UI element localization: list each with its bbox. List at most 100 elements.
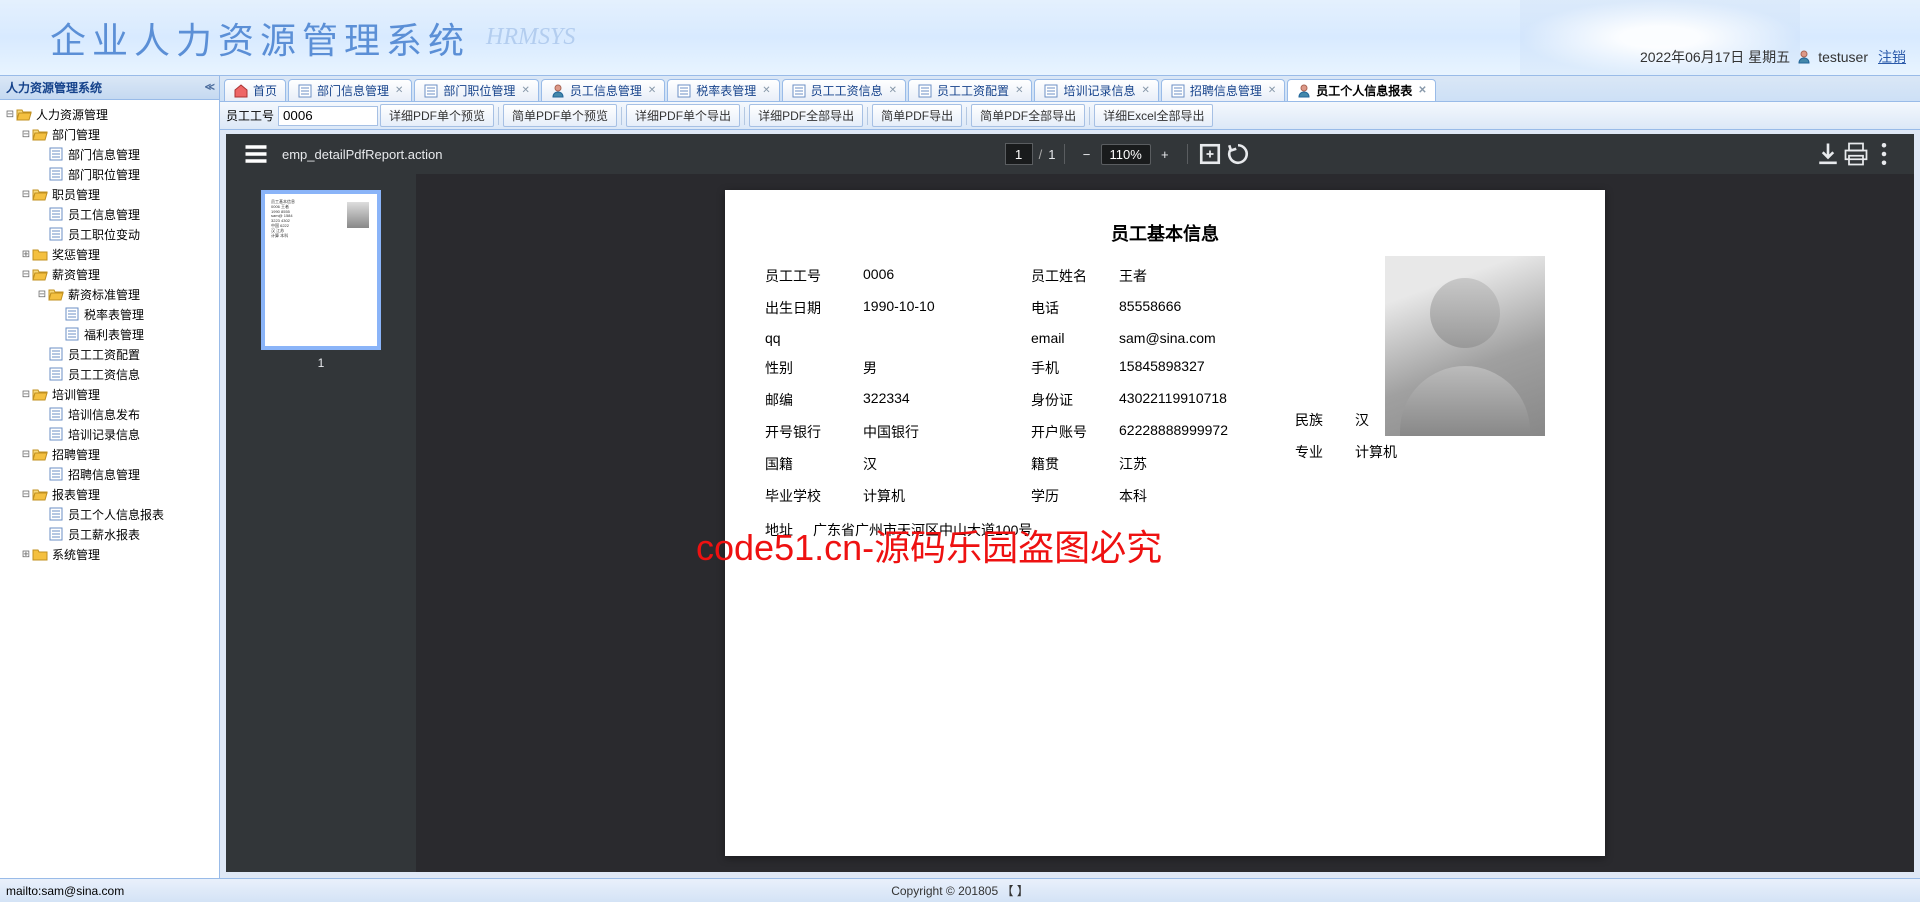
tree-node-label: 培训管理 — [52, 386, 100, 403]
collapse-icon[interactable]: ⊟ — [36, 289, 48, 300]
action-button[interactable]: 详细PDF单个预览 — [380, 104, 494, 127]
close-icon[interactable]: ✕ — [521, 85, 529, 96]
folder-open-icon — [32, 486, 48, 502]
expand-icon[interactable]: ⊞ — [20, 549, 32, 560]
pdf-viewer: emp_detailPdfReport.action / 1 − 110% + — [226, 134, 1914, 872]
list2-icon — [1170, 83, 1186, 99]
page-thumbnail[interactable]: 员工基本信息0006 王者1990 8555sam@ 15843223 4302… — [261, 190, 381, 350]
header-date: 2022年06月17日 星期五 — [1640, 47, 1790, 67]
tab[interactable]: 员工个人信息报表 ✕ — [1287, 79, 1435, 101]
tree-node[interactable]: ⊟部门管理 — [0, 124, 219, 144]
header-username: testuser — [1818, 49, 1868, 65]
tab[interactable]: 首页 — [224, 79, 286, 101]
page-current-input[interactable] — [1005, 143, 1033, 165]
logout-link[interactable]: 注销 — [1878, 47, 1906, 67]
tab[interactable]: 税率表管理✕ — [667, 79, 779, 101]
action-button[interactable]: 详细Excel全部导出 — [1094, 104, 1213, 127]
tree-node[interactable]: 员工信息管理 — [0, 204, 219, 224]
zoom-in-icon[interactable]: + — [1151, 140, 1179, 168]
action-button[interactable]: 详细PDF全部导出 — [749, 104, 863, 127]
action-button[interactable]: 详细PDF单个导出 — [626, 104, 740, 127]
close-icon[interactable]: ✕ — [889, 85, 897, 96]
close-icon[interactable]: ✕ — [762, 85, 770, 96]
tree-node-label: 人力资源管理 — [36, 106, 108, 123]
tab[interactable]: 培训记录信息 ✕ — [1034, 79, 1158, 101]
tab[interactable]: 员工信息管理 ✕ — [541, 79, 665, 101]
tab[interactable]: 部门职位管理 ✕ — [414, 79, 538, 101]
tab[interactable]: 招聘信息管理 ✕ — [1161, 79, 1285, 101]
tab-label: 员工个人信息报表 — [1316, 82, 1412, 99]
tree-node[interactable]: ⊟职员管理 — [0, 184, 219, 204]
zoom-level[interactable]: 110% — [1101, 144, 1151, 165]
print-icon[interactable] — [1842, 140, 1870, 168]
gear-icon — [917, 83, 933, 99]
tree-node[interactable]: ⊟薪资管理 — [0, 264, 219, 284]
close-icon[interactable]: ✕ — [648, 85, 656, 96]
collapse-icon[interactable]: ≪ — [205, 76, 213, 100]
close-icon[interactable]: ✕ — [395, 85, 403, 96]
tab-label: 招聘信息管理 — [1190, 82, 1262, 99]
tree-node[interactable]: 员工职位变动 — [0, 224, 219, 244]
tab-label: 部门职位管理 — [443, 82, 515, 99]
action-button[interactable]: 简单PDF全部导出 — [971, 104, 1085, 127]
collapse-icon[interactable]: ⊟ — [20, 269, 32, 280]
download-icon[interactable] — [1814, 140, 1842, 168]
tree-node[interactable]: 员工薪水报表 — [0, 524, 219, 544]
action-button[interactable]: 简单PDF单个预览 — [503, 104, 617, 127]
tree-node[interactable]: 员工工资配置 — [0, 344, 219, 364]
collapse-icon[interactable]: ⊟ — [4, 109, 16, 120]
tree-node[interactable]: ⊟报表管理 — [0, 484, 219, 504]
more-icon[interactable] — [1870, 140, 1898, 168]
tree-node-label: 招聘管理 — [52, 446, 100, 463]
tab-label: 员工信息管理 — [570, 82, 642, 99]
tree-node-label: 招聘信息管理 — [68, 466, 140, 483]
tree-node[interactable]: ⊟ 培训管理 — [0, 384, 219, 404]
collapse-icon[interactable]: ⊟ — [20, 129, 32, 140]
tree-node[interactable]: 员工个人信息报表 — [0, 504, 219, 524]
tree-node[interactable]: 部门职位管理 — [0, 164, 219, 184]
status-text: mailto:sam@sina.com — [6, 884, 124, 898]
pdf-filename: emp_detailPdfReport.action — [282, 147, 442, 162]
tab[interactable]: 部门信息管理✕ — [288, 79, 412, 101]
doc-title: 员工基本信息 — [765, 220, 1565, 246]
close-icon[interactable]: ✕ — [1418, 85, 1426, 96]
tree-node[interactable]: ⊞系统管理 — [0, 544, 219, 564]
menu-icon[interactable] — [242, 140, 270, 168]
tab[interactable]: 员工工资配置✕ — [908, 79, 1032, 101]
close-icon[interactable]: ✕ — [1141, 85, 1149, 96]
expand-icon[interactable]: ⊞ — [20, 249, 32, 260]
document-icon — [64, 306, 80, 322]
header-right: 2022年06月17日 星期五 testuser 注销 — [1640, 47, 1906, 67]
close-icon[interactable]: ✕ — [1015, 85, 1023, 96]
collapse-icon[interactable]: ⊟ — [20, 389, 32, 400]
tree-node[interactable]: ⊟ 招聘管理 — [0, 444, 219, 464]
tree-node[interactable]: 培训信息发布 — [0, 404, 219, 424]
tree-node[interactable]: 福利表管理 — [0, 324, 219, 344]
tab[interactable]: 员工工资信息✕ — [782, 79, 906, 101]
collapse-icon[interactable]: ⊟ — [20, 489, 32, 500]
emp-no-input[interactable] — [278, 106, 378, 126]
collapse-icon[interactable]: ⊟ — [20, 449, 32, 460]
app-header: 企业人力资源管理系统 HRMSYS 2022年06月17日 星期五 testus… — [0, 0, 1920, 76]
fit-page-icon[interactable] — [1196, 140, 1224, 168]
document-icon — [48, 346, 64, 362]
action-button[interactable]: 简单PDF导出 — [872, 104, 962, 127]
tree-node[interactable]: 税率表管理 — [0, 304, 219, 324]
tree-node[interactable]: ⊟ 人力资源管理 — [0, 104, 219, 124]
collapse-icon[interactable]: ⊟ — [20, 189, 32, 200]
rotate-icon[interactable] — [1224, 140, 1252, 168]
emp-no-label: 员工工号 — [226, 107, 274, 124]
tree-node-label: 员工工资配置 — [68, 346, 140, 363]
nav-tree: ⊟ 人力资源管理⊟部门管理部门信息管理部门职位管理⊟职员管理员工信息管理员工职位变… — [0, 100, 219, 878]
tab-label: 培训记录信息 — [1063, 82, 1135, 99]
tree-node[interactable]: 部门信息管理 — [0, 144, 219, 164]
zoom-out-icon[interactable]: − — [1073, 140, 1101, 168]
close-icon[interactable]: ✕ — [1268, 85, 1276, 96]
tree-node[interactable]: ⊟薪资标准管理 — [0, 284, 219, 304]
document-icon — [48, 226, 64, 242]
tree-node[interactable]: 培训记录信息 — [0, 424, 219, 444]
page-area[interactable]: code51.cn-源码乐园盗图必究 员工基本信息 员工工号0006 员工姓名王… — [416, 174, 1914, 872]
tree-node[interactable]: 招聘信息管理 — [0, 464, 219, 484]
tree-node[interactable]: 员工工资信息 — [0, 364, 219, 384]
tree-node[interactable]: ⊞奖惩管理 — [0, 244, 219, 264]
